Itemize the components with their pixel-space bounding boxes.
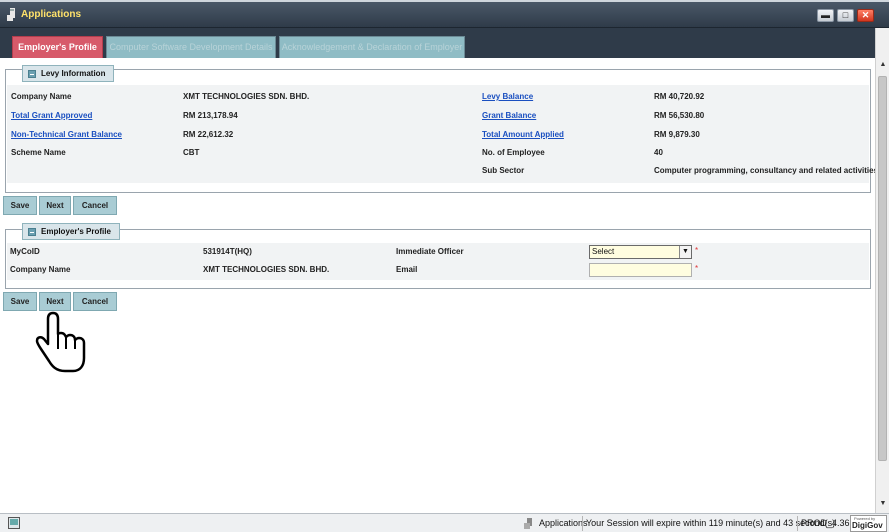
levy-grid: Company Name XMT TECHNOLOGIES SDN. BHD. …: [7, 85, 878, 183]
window-titlebar: Applications ▬ □ ✕: [0, 2, 889, 28]
scheme-name-label: Scheme Name: [11, 148, 66, 157]
vertical-scrollbar[interactable]: ▲ ▼: [875, 28, 889, 513]
immediate-officer-selected: Select: [592, 247, 615, 256]
tab-bar: Employer's Profile Computer Software Dev…: [0, 28, 875, 58]
cancel-button[interactable]: Cancel: [73, 196, 117, 215]
levy-information-panel: Levy Information Company Name XMT TECHNO…: [5, 65, 878, 193]
required-marker: *: [695, 246, 699, 255]
immediate-officer-label: Immediate Officer: [396, 247, 464, 256]
maximize-button[interactable]: □: [837, 9, 854, 22]
total-grant-approved-link[interactable]: Total Grant Approved: [11, 111, 92, 120]
minimize-icon: ▬: [821, 10, 830, 20]
employers-profile-legend[interactable]: Employer's Profile: [22, 223, 120, 240]
employers-profile-panel: Employer's Profile MyCoID 531914T(HQ) Co…: [5, 223, 871, 289]
status-bar: Applications Your Session will expire wi…: [0, 513, 889, 532]
app-icon: [7, 8, 15, 21]
minimize-button[interactable]: ▬: [817, 9, 834, 22]
next-button[interactable]: Next: [39, 292, 71, 311]
maximize-icon: □: [842, 10, 849, 20]
no-of-employee-value: 40: [654, 148, 663, 157]
collapse-icon: [28, 70, 36, 78]
levy-information-legend[interactable]: Levy Information: [22, 65, 115, 82]
hand-pointer-icon: [35, 311, 86, 373]
scroll-down-icon[interactable]: ▼: [877, 498, 889, 510]
chevron-down-icon: ▼: [679, 246, 691, 258]
total-amount-applied-value: RM 9,879.30: [654, 130, 700, 139]
close-icon: ✕: [861, 10, 870, 20]
employers-profile-title: Employer's Profile: [41, 227, 111, 236]
tab-employers-profile[interactable]: Employer's Profile: [12, 36, 103, 58]
cancel-button[interactable]: Cancel: [73, 292, 117, 311]
monitor-icon: [8, 517, 20, 529]
email-label: Email: [396, 265, 418, 274]
employer-grid: MyCoID 531914T(HQ) Company Name XMT TECH…: [7, 243, 869, 280]
levy-balance-link[interactable]: Levy Balance: [482, 92, 533, 101]
sub-sector-value: Computer programming, consultancy and re…: [654, 166, 879, 175]
mycoid-label: MyCoID: [10, 247, 40, 256]
applications-icon: [524, 518, 532, 529]
company-name-value: XMT TECHNOLOGIES SDN. BHD.: [203, 265, 330, 274]
digigov-logo: Powered by DigiGov: [850, 515, 887, 532]
sub-sector-label: Sub Sector: [482, 166, 525, 175]
levy-balance-value: RM 40,720.92: [654, 92, 705, 101]
grant-balance-link[interactable]: Grant Balance: [482, 111, 536, 120]
total-grant-approved-value: RM 213,178.94: [183, 111, 238, 120]
brand-name: DigiGov: [852, 521, 883, 530]
grant-balance-value: RM 56,530.80: [654, 111, 705, 120]
next-button[interactable]: Next: [39, 196, 71, 215]
non-technical-grant-balance-value: RM 22,612.32: [183, 130, 234, 139]
content-area: Levy Information Company Name XMT TECHNO…: [0, 58, 878, 513]
scheme-name-value: CBT: [183, 148, 200, 157]
non-technical-grant-balance-link[interactable]: Non-Technical Grant Balance: [11, 130, 122, 139]
save-button[interactable]: Save: [3, 196, 37, 215]
tab-acknowledgement-declaration[interactable]: Acknowledgement & Declaration of Employe…: [279, 36, 465, 58]
email-field[interactable]: [589, 263, 692, 277]
total-amount-applied-link[interactable]: Total Amount Applied: [482, 130, 564, 139]
close-button[interactable]: ✕: [857, 9, 874, 22]
required-marker: *: [695, 264, 699, 273]
no-of-employee-label: No. of Employee: [482, 148, 545, 157]
company-name-label: Company Name: [10, 265, 71, 274]
tab-computer-software-development-details[interactable]: Computer Software Development Details: [106, 36, 276, 58]
collapse-icon: [28, 228, 36, 236]
scrollbar-thumb[interactable]: [878, 76, 887, 461]
window-title: Applications: [21, 9, 82, 20]
save-button[interactable]: Save: [3, 292, 37, 311]
immediate-officer-select[interactable]: Select ▼: [589, 245, 692, 259]
scroll-up-icon[interactable]: ▲: [877, 59, 889, 71]
mycoid-value: 531914T(HQ): [203, 247, 252, 256]
company-name-value: XMT TECHNOLOGIES SDN. BHD.: [183, 92, 310, 101]
levy-information-title: Levy Information: [41, 69, 106, 78]
company-name-label: Company Name: [11, 92, 72, 101]
